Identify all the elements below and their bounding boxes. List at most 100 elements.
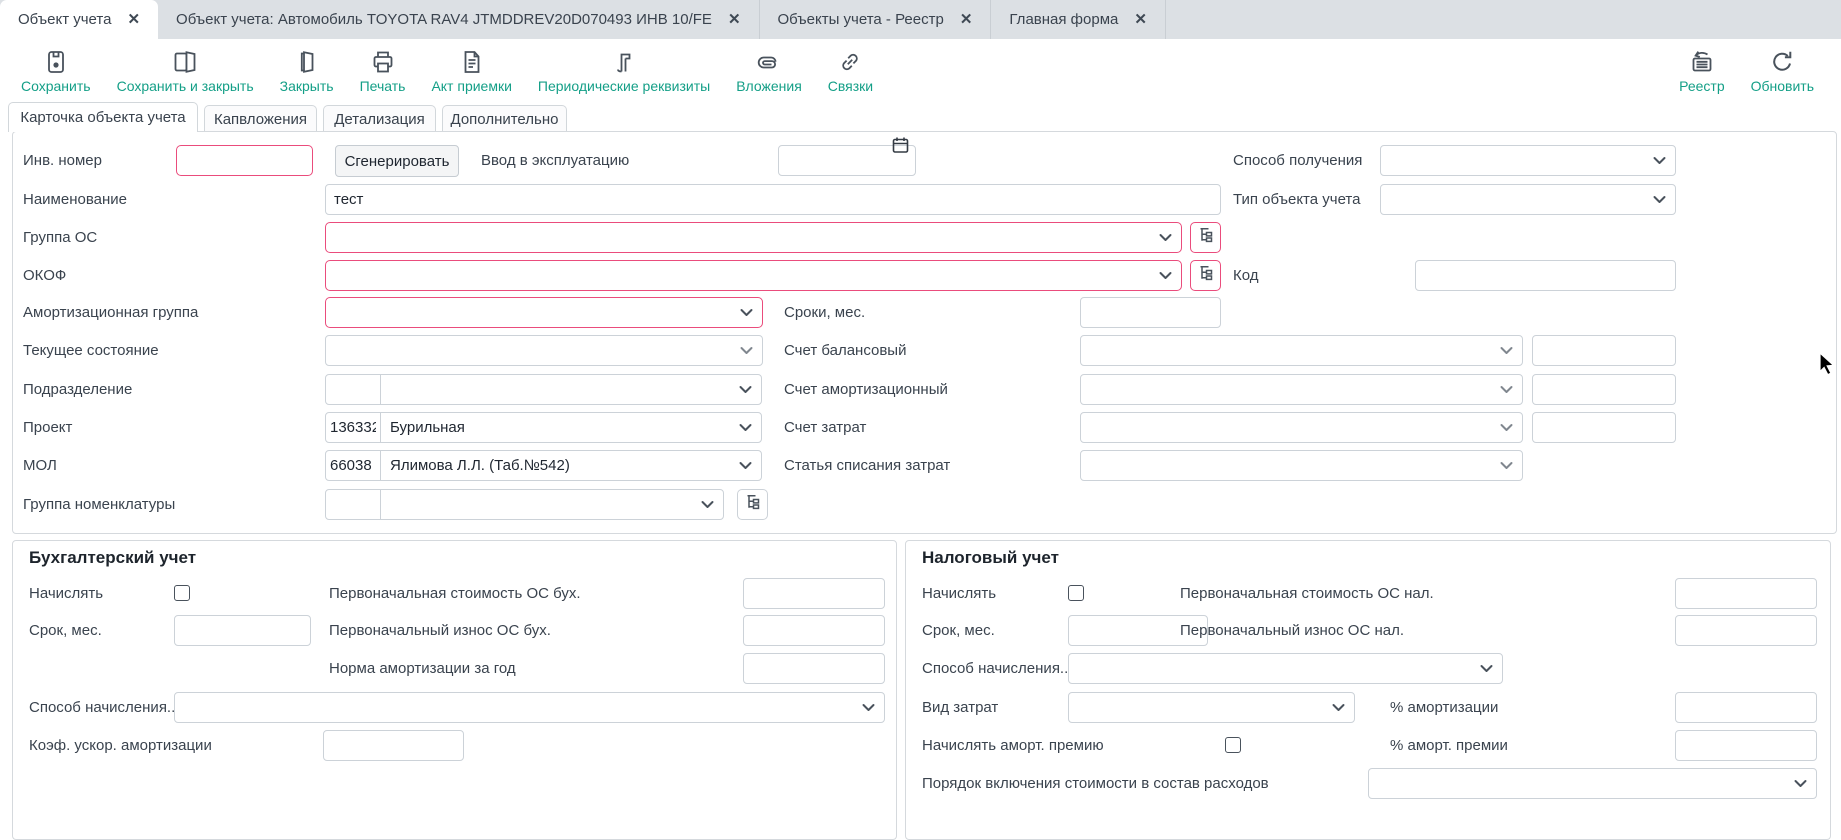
department-code-input[interactable] <box>325 374 381 405</box>
code-label: Код <box>1233 260 1259 291</box>
chevron-down-icon <box>739 461 752 470</box>
window-tab-object[interactable]: Объект учета ✕ <box>0 0 158 39</box>
bu-term-label: Срок, мес. <box>29 615 102 646</box>
bu-annual-rate-input[interactable] <box>743 653 885 684</box>
bu-term-input[interactable] <box>174 615 311 646</box>
depreciation-group-select[interactable] <box>325 297 763 328</box>
okof-select[interactable] <box>325 260 1182 291</box>
close-tab-icon[interactable]: ✕ <box>960 12 973 27</box>
window-tab-bar: Объект учета ✕ Объект учета: Автомобиль … <box>0 0 1841 39</box>
cost-account-extra-input[interactable] <box>1532 412 1676 443</box>
refresh-button[interactable]: Обновить <box>1738 44 1827 94</box>
registry-button[interactable]: Реестр <box>1666 44 1738 94</box>
chevron-down-icon <box>1653 156 1666 165</box>
chevron-down-icon <box>701 500 714 509</box>
chevron-down-icon <box>1500 461 1513 470</box>
nu-depr-pct-input[interactable] <box>1675 692 1817 723</box>
close-button[interactable]: Закрыть <box>267 44 347 94</box>
inv-number-input[interactable] <box>176 145 313 176</box>
bu-coef-input[interactable] <box>323 730 464 761</box>
nomenclature-code-input[interactable] <box>325 489 381 520</box>
tab-detail[interactable]: Детализация <box>323 105 436 132</box>
tax-title: Налоговый учет <box>922 548 1059 568</box>
nu-initial-wear-input[interactable] <box>1675 615 1817 646</box>
name-label: Наименование <box>23 184 127 215</box>
window-tab-label: Объекты учета - Реестр <box>778 11 944 28</box>
writeoff-item-select[interactable] <box>1080 450 1523 481</box>
nu-include-order-select[interactable] <box>1368 768 1817 799</box>
toolbar: Сохранить Сохранить и закрыть Закрыть Пе… <box>0 39 1841 101</box>
window-tab-registry[interactable]: Объекты учета - Реестр ✕ <box>760 0 992 39</box>
nu-initial-cost-input[interactable] <box>1675 578 1817 609</box>
window-tab-main-form[interactable]: Главная форма ✕ <box>991 0 1166 39</box>
cost-account-select[interactable] <box>1080 412 1523 443</box>
commissioning-date-input[interactable] <box>778 145 916 176</box>
hierarchy-tree-icon <box>745 494 761 515</box>
bu-method-select[interactable] <box>174 692 885 723</box>
nomenclature-group-select[interactable] <box>380 489 724 520</box>
nu-premium-pct-input[interactable] <box>1675 730 1817 761</box>
tab-capex[interactable]: Капвложения <box>204 105 317 132</box>
chevron-down-icon <box>1500 385 1513 394</box>
acceptance-act-label: Акт приемки <box>431 78 511 94</box>
project-label: Проект <box>23 412 72 443</box>
acquisition-method-select[interactable] <box>1380 145 1676 176</box>
chevron-down-icon <box>1159 233 1172 242</box>
acceptance-act-button[interactable]: Акт приемки <box>418 44 524 94</box>
chain-link-icon <box>837 44 863 75</box>
nu-premium-checkbox[interactable] <box>1225 737 1241 753</box>
mol-select[interactable]: Ялимова Л.Л. (Таб.№542) <box>380 450 762 481</box>
close-tab-icon[interactable]: ✕ <box>1134 12 1147 27</box>
nu-method-select[interactable] <box>1068 653 1503 684</box>
object-type-label: Тип объекта учета <box>1233 184 1360 215</box>
bu-initial-cost-input[interactable] <box>743 578 885 609</box>
chevron-down-icon <box>740 308 753 317</box>
writeoff-item-label: Статья списания затрат <box>784 450 950 481</box>
terms-months-input[interactable] <box>1080 297 1221 328</box>
chevron-down-icon <box>1794 779 1807 788</box>
links-label: Связки <box>828 78 873 94</box>
refresh-label: Обновить <box>1751 78 1814 94</box>
tab-extra[interactable]: Дополнительно <box>442 105 567 132</box>
chevron-down-icon <box>1500 423 1513 432</box>
nu-premium-label: Начислять аморт. премию <box>922 730 1104 761</box>
nu-accrue-checkbox[interactable] <box>1068 585 1084 601</box>
depreciation-account-select[interactable] <box>1080 374 1523 405</box>
okof-tree-button[interactable] <box>1190 260 1221 291</box>
current-state-select[interactable] <box>325 335 763 366</box>
balance-account-extra-input[interactable] <box>1532 335 1676 366</box>
document-icon <box>459 44 485 75</box>
code-input[interactable] <box>1415 260 1676 291</box>
print-button[interactable]: Печать <box>347 44 419 94</box>
department-select[interactable] <box>380 374 762 405</box>
name-input[interactable] <box>325 184 1221 215</box>
object-type-select[interactable] <box>1380 184 1676 215</box>
bu-coef-label: Коэф. ускор. амортизации <box>29 730 212 761</box>
tab-object-card[interactable]: Карточка объекта учета <box>8 102 198 132</box>
window-tab-object-car[interactable]: Объект учета: Автомобиль TOYOTA RAV4 JTM… <box>158 0 759 39</box>
nomenclature-tree-button[interactable] <box>737 489 768 520</box>
chevron-down-icon <box>1500 346 1513 355</box>
project-code-input[interactable] <box>325 412 381 443</box>
generate-button[interactable]: Сгенерировать <box>335 145 459 177</box>
save-button[interactable]: Сохранить <box>8 44 104 94</box>
os-group-tree-button[interactable] <box>1190 222 1221 253</box>
close-tab-icon[interactable]: ✕ <box>127 12 140 27</box>
mol-code-input[interactable] <box>325 450 381 481</box>
os-group-select[interactable] <box>325 222 1182 253</box>
save-and-close-button[interactable]: Сохранить и закрыть <box>104 44 267 94</box>
depreciation-account-extra-input[interactable] <box>1532 374 1676 405</box>
periodic-requisites-button[interactable]: Периодические реквизиты <box>525 44 723 94</box>
project-select[interactable]: Бурильная <box>380 412 762 443</box>
tab-detail-label: Детализация <box>334 111 425 128</box>
nu-cost-type-select[interactable] <box>1068 692 1355 723</box>
balance-account-select[interactable] <box>1080 335 1523 366</box>
close-tab-icon[interactable]: ✕ <box>728 12 741 27</box>
balance-account-label: Счет балансовый <box>784 335 906 366</box>
bu-annual-rate-label: Норма амортизации за год <box>329 653 516 684</box>
bu-accrue-checkbox[interactable] <box>174 585 190 601</box>
attachments-button[interactable]: Вложения <box>723 44 815 94</box>
inv-number-label: Инв. номер <box>23 145 102 176</box>
bu-initial-wear-input[interactable] <box>743 615 885 646</box>
links-button[interactable]: Связки <box>815 44 886 94</box>
